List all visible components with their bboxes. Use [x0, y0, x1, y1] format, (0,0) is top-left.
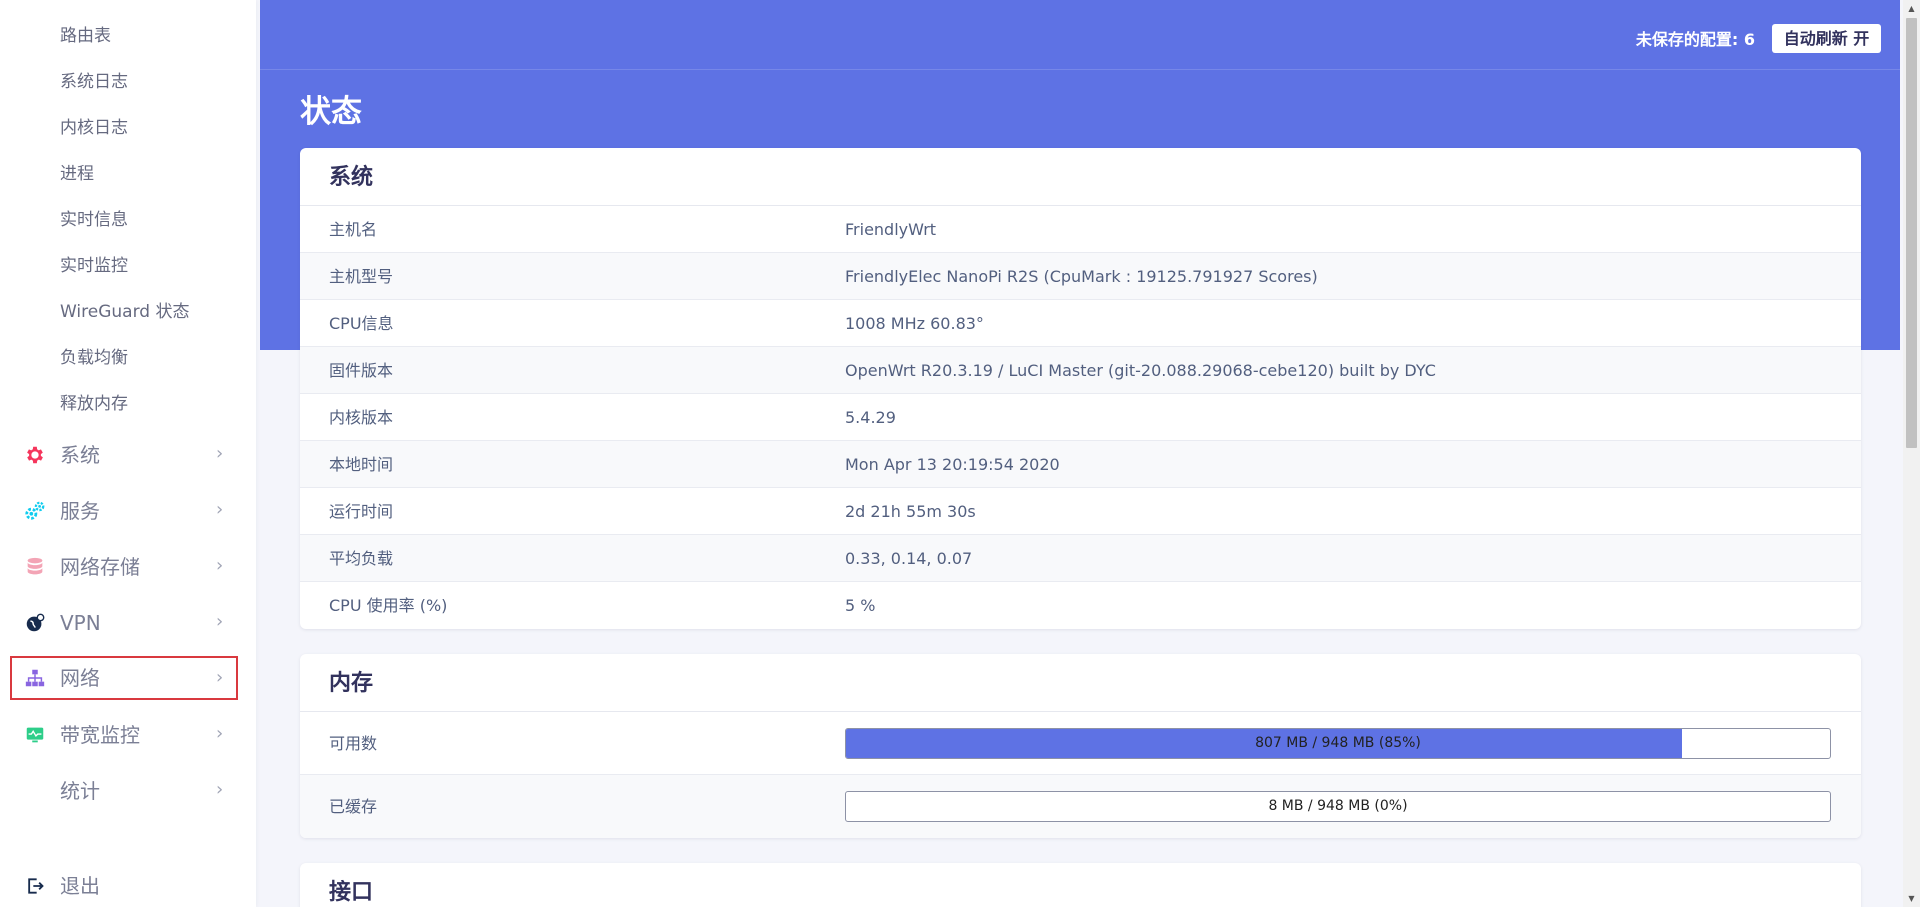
row-key: CPU信息	[329, 314, 394, 333]
monitor-icon	[24, 724, 46, 746]
sidebar-subitem-routes[interactable]: 路由表	[60, 21, 111, 51]
row-key: CPU 使用率 (%)	[329, 596, 448, 615]
sidebar-item-system[interactable]: 系统 ›	[10, 433, 238, 477]
header-divider	[260, 69, 1900, 70]
sidebar-subitem-processes[interactable]: 进程	[60, 159, 94, 189]
row-key: 平均负载	[329, 549, 394, 568]
sidebar-item-logout[interactable]: 退出	[10, 864, 238, 907]
table-row: 本地时间 Mon Apr 13 20:19:54 2020	[300, 441, 1861, 488]
chevron-right-icon: ›	[216, 611, 224, 632]
row-value: OpenWrt R20.3.19 / LuCI Master (git-20.0…	[845, 361, 1436, 380]
scrollbar-thumb[interactable]	[1906, 18, 1917, 448]
logout-icon	[24, 875, 46, 897]
sidebar-item-bandwidth-monitor[interactable]: 带宽监控 ›	[10, 713, 238, 757]
row-value: 5.4.29	[845, 408, 896, 427]
table-row: 运行时间 2d 21h 55m 30s	[300, 488, 1861, 535]
globe-icon	[24, 612, 46, 634]
auto-refresh-button[interactable]: 自动刷新 开	[1772, 24, 1881, 53]
scroll-down-arrow-icon[interactable]: ▼	[1903, 890, 1920, 907]
progress-text: 8 MB / 948 MB (0%)	[1268, 798, 1408, 814]
sitemap-icon	[24, 667, 46, 689]
row-key: 主机名	[329, 220, 378, 239]
table-row: 主机型号 FriendlyElec NanoPi R2S (CpuMark : 1…	[300, 253, 1861, 300]
row-key: 内核版本	[329, 408, 394, 427]
interface-card-title: 接口	[329, 880, 374, 905]
row-value: 2d 21h 55m 30s	[845, 502, 976, 521]
sidebar-item-label: 带宽监控	[60, 723, 140, 747]
sidebar-subitem-load-balancing[interactable]: 负载均衡	[60, 343, 128, 373]
unsaved-changes-link[interactable]: 未保存的配置: 6	[1636, 26, 1755, 50]
table-row: 内核版本 5.4.29	[300, 394, 1861, 441]
sidebar-item-vpn[interactable]: VPN ›	[10, 601, 238, 645]
table-row: CPU 使用率 (%) 5 %	[300, 582, 1861, 629]
table-row: 平均负载 0.33, 0.14, 0.07	[300, 535, 1861, 582]
sidebar: 路由表 系统日志 内核日志 进程 实时信息 实时监控 WireGuard 状态 …	[0, 0, 256, 907]
memory-card: 内存 可用数 807 MB / 948 MB (85%) 已缓存 8 MB / …	[300, 654, 1861, 838]
sidebar-item-label: 系统	[60, 443, 100, 467]
chevron-right-icon: ›	[216, 499, 224, 520]
row-value: 0.33, 0.14, 0.07	[845, 549, 973, 568]
chevron-right-icon: ›	[216, 555, 224, 576]
table-row: 固件版本 OpenWrt R20.3.19 / LuCI Master (git-…	[300, 347, 1861, 394]
chevron-right-icon: ›	[216, 667, 224, 688]
chevron-right-icon: ›	[216, 779, 224, 800]
sidebar-item-statistics[interactable]: 统计 ›	[10, 769, 238, 813]
sidebar-item-label: 网络	[60, 666, 100, 690]
page-title: 状态	[300, 94, 362, 130]
chevron-right-icon: ›	[216, 443, 224, 464]
cached-memory-progress-bar: 8 MB / 948 MB (0%)	[845, 791, 1831, 822]
row-key: 运行时间	[329, 502, 394, 521]
row-key: 本地时间	[329, 455, 394, 474]
scroll-up-arrow-icon[interactable]: ▲	[1903, 0, 1920, 17]
row-value: Mon Apr 13 20:19:54 2020	[845, 455, 1060, 474]
sidebar-item-label: 网络存储	[60, 555, 140, 579]
table-row: CPU信息 1008 MHz 60.83°	[300, 300, 1861, 347]
cogs-icon	[24, 500, 46, 522]
table-row: 主机名 FriendlyWrt	[300, 206, 1861, 253]
sidebar-item-network[interactable]: 网络 ›	[10, 656, 238, 700]
system-card: 系统 主机名 FriendlyWrt 主机型号 FriendlyElec NanoP…	[300, 148, 1861, 629]
gear-icon	[24, 444, 46, 466]
table-row: 已缓存 8 MB / 948 MB (0%)	[300, 775, 1861, 838]
table-row: 可用数 807 MB / 948 MB (85%)	[300, 712, 1861, 775]
progress-text: 807 MB / 948 MB (85%)	[1255, 735, 1421, 751]
sidebar-subitem-free-memory[interactable]: 释放内存	[60, 389, 128, 419]
system-card-title: 系统	[300, 148, 1861, 206]
sidebar-item-services[interactable]: 服务 ›	[10, 489, 238, 533]
memory-card-title: 内存	[300, 654, 1861, 712]
sidebar-subitem-kernel-log[interactable]: 内核日志	[60, 113, 128, 143]
chevron-right-icon: ›	[216, 723, 224, 744]
sidebar-item-label: 统计	[60, 779, 100, 803]
database-icon	[24, 556, 46, 578]
row-value: 1008 MHz 60.83°	[845, 314, 984, 333]
row-key: 已缓存	[329, 797, 378, 816]
sidebar-subitem-realtime-info[interactable]: 实时信息	[60, 205, 128, 235]
sidebar-item-label: VPN	[60, 611, 101, 635]
interface-card: 接口	[300, 863, 1861, 907]
available-memory-progress-bar: 807 MB / 948 MB (85%)	[845, 728, 1831, 759]
sidebar-subitem-realtime-monitor[interactable]: 实时监控	[60, 251, 128, 281]
row-value: FriendlyElec NanoPi R2S (CpuMark : 19125…	[845, 267, 1318, 286]
row-key: 可用数	[329, 734, 378, 753]
sidebar-item-label: 服务	[60, 499, 100, 523]
row-key: 固件版本	[329, 361, 394, 380]
sidebar-item-label: 退出	[60, 874, 100, 898]
sidebar-subitem-wireguard-status[interactable]: WireGuard 状态	[60, 297, 189, 327]
sidebar-subitem-syslog[interactable]: 系统日志	[60, 67, 128, 97]
page-scrollbar[interactable]: ▲ ▼	[1903, 0, 1920, 907]
sidebar-item-network-storage[interactable]: 网络存储 ›	[10, 545, 238, 589]
row-value: 5 %	[845, 596, 876, 615]
row-key: 主机型号	[329, 267, 394, 286]
row-value: FriendlyWrt	[845, 220, 937, 239]
